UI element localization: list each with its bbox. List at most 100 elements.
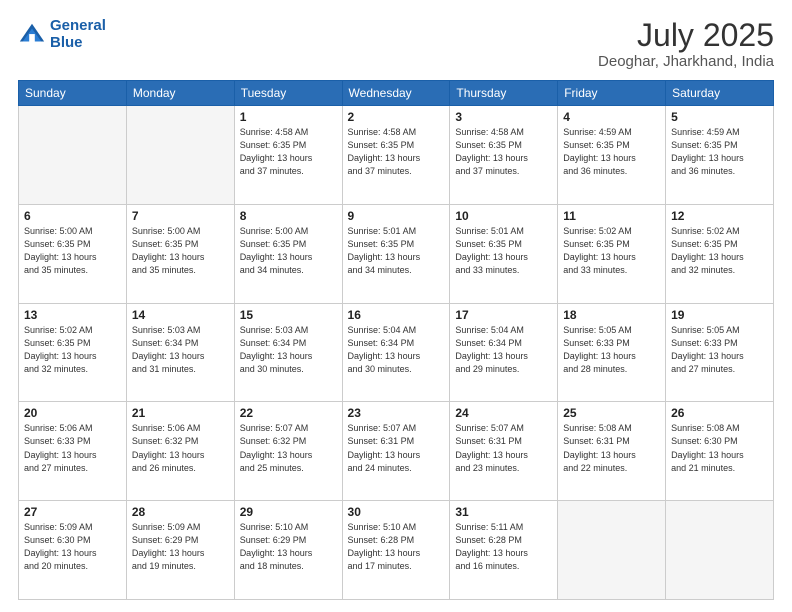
calendar-cell: 7Sunrise: 5:00 AM Sunset: 6:35 PM Daylig… [126,204,234,303]
calendar-cell: 17 Sunrise: 5:04 AM Sunset: 6:34 PM Dayli… [450,303,558,402]
header: General Blue July 2025 Deoghar, Jharkhan… [18,18,774,70]
calendar-cell: 22Sunrise: 5:07 AM Sunset: 6:32 PM Dayli… [234,402,342,501]
day-number: 27 [24,505,121,519]
col-monday: Monday [126,81,234,106]
day-number: 23 [348,406,445,420]
day-info: Sunrise: 5:04 AM Sunset: 6:34 PM Dayligh… [455,324,552,376]
day-info: Sunrise: 5:10 AM Sunset: 6:28 PM Dayligh… [348,521,445,573]
week-row-5: 27 Sunrise: 5:09 AM Sunset: 6:30 PM Dayli… [19,501,774,600]
calendar-cell: 1 Sunrise: 4:58 AM Sunset: 6:35 PM Daylig… [234,106,342,205]
calendar-cell: 21Sunrise: 5:06 AM Sunset: 6:32 PM Dayli… [126,402,234,501]
day-number: 30 [348,505,445,519]
calendar-cell: 16 Sunrise: 5:04 AM Sunset: 6:34 PM Dayli… [342,303,450,402]
calendar-cell: 11Sunrise: 5:02 AM Sunset: 6:35 PM Dayli… [558,204,666,303]
calendar-cell: 24 Sunrise: 5:07 AM Sunset: 6:31 PM Dayli… [450,402,558,501]
day-info: Sunrise: 5:02 AM Sunset: 6:35 PM Dayligh… [671,225,768,277]
week-row-1: 1 Sunrise: 4:58 AM Sunset: 6:35 PM Daylig… [19,106,774,205]
calendar: Sunday Monday Tuesday Wednesday Thursday… [18,80,774,600]
col-tuesday: Tuesday [234,81,342,106]
day-number: 6 [24,209,121,223]
logo-line1: General [50,17,106,34]
calendar-cell [126,106,234,205]
logo: General Blue [18,18,106,51]
calendar-cell: 4Sunrise: 4:59 AM Sunset: 6:35 PM Daylig… [558,106,666,205]
calendar-cell: 26Sunrise: 5:08 AM Sunset: 6:30 PM Dayli… [666,402,774,501]
day-info: Sunrise: 5:01 AM Sunset: 6:35 PM Dayligh… [348,225,445,277]
calendar-cell: 15 Sunrise: 5:03 AM Sunset: 6:34 PM Dayli… [234,303,342,402]
day-info: Sunrise: 5:00 AM Sunset: 6:35 PM Dayligh… [24,225,121,277]
calendar-cell: 20 Sunrise: 5:06 AM Sunset: 6:33 PM Dayli… [19,402,127,501]
day-number: 31 [455,505,552,519]
calendar-cell: 14Sunrise: 5:03 AM Sunset: 6:34 PM Dayli… [126,303,234,402]
day-number: 24 [455,406,552,420]
day-info: Sunrise: 5:04 AM Sunset: 6:34 PM Dayligh… [348,324,445,376]
day-info: Sunrise: 4:59 AM Sunset: 6:35 PM Dayligh… [671,126,768,178]
day-number: 9 [348,209,445,223]
calendar-cell: 27 Sunrise: 5:09 AM Sunset: 6:30 PM Dayli… [19,501,127,600]
day-number: 2 [348,110,445,124]
calendar-cell: 19 Sunrise: 5:05 AM Sunset: 6:33 PM Dayli… [666,303,774,402]
day-number: 10 [455,209,552,223]
calendar-cell: 10Sunrise: 5:01 AM Sunset: 6:35 PM Dayli… [450,204,558,303]
day-info: Sunrise: 5:07 AM Sunset: 6:31 PM Dayligh… [455,422,552,474]
col-friday: Friday [558,81,666,106]
calendar-cell: 29 Sunrise: 5:10 AM Sunset: 6:29 PM Dayli… [234,501,342,600]
day-info: Sunrise: 5:03 AM Sunset: 6:34 PM Dayligh… [240,324,337,376]
day-number: 15 [240,308,337,322]
calendar-cell: 12 Sunrise: 5:02 AM Sunset: 6:35 PM Dayli… [666,204,774,303]
calendar-cell: 9 Sunrise: 5:01 AM Sunset: 6:35 PM Daylig… [342,204,450,303]
subtitle: Deoghar, Jharkhand, India [598,53,774,70]
main-title: July 2025 [598,18,774,53]
col-thursday: Thursday [450,81,558,106]
col-sunday: Sunday [19,81,127,106]
day-info: Sunrise: 5:09 AM Sunset: 6:30 PM Dayligh… [24,521,121,573]
day-number: 14 [132,308,229,322]
day-number: 20 [24,406,121,420]
day-number: 7 [132,209,229,223]
calendar-cell: 8Sunrise: 5:00 AM Sunset: 6:35 PM Daylig… [234,204,342,303]
day-info: Sunrise: 5:11 AM Sunset: 6:28 PM Dayligh… [455,521,552,573]
day-info: Sunrise: 5:06 AM Sunset: 6:32 PM Dayligh… [132,422,229,474]
calendar-cell: 13 Sunrise: 5:02 AM Sunset: 6:35 PM Dayli… [19,303,127,402]
week-row-3: 13 Sunrise: 5:02 AM Sunset: 6:35 PM Dayli… [19,303,774,402]
day-number: 1 [240,110,337,124]
day-number: 8 [240,209,337,223]
calendar-cell: 3Sunrise: 4:58 AM Sunset: 6:35 PM Daylig… [450,106,558,205]
day-number: 11 [563,209,660,223]
day-info: Sunrise: 5:06 AM Sunset: 6:33 PM Dayligh… [24,422,121,474]
week-row-2: 6 Sunrise: 5:00 AM Sunset: 6:35 PM Daylig… [19,204,774,303]
col-wednesday: Wednesday [342,81,450,106]
day-number: 5 [671,110,768,124]
logo-line2: Blue [50,34,83,51]
day-info: Sunrise: 5:02 AM Sunset: 6:35 PM Dayligh… [24,324,121,376]
calendar-cell: 28Sunrise: 5:09 AM Sunset: 6:29 PM Dayli… [126,501,234,600]
day-info: Sunrise: 5:08 AM Sunset: 6:30 PM Dayligh… [671,422,768,474]
logo-text: General Blue [50,18,106,51]
day-number: 29 [240,505,337,519]
calendar-header-row: Sunday Monday Tuesday Wednesday Thursday… [19,81,774,106]
day-info: Sunrise: 4:58 AM Sunset: 6:35 PM Dayligh… [348,126,445,178]
day-info: Sunrise: 5:07 AM Sunset: 6:32 PM Dayligh… [240,422,337,474]
day-info: Sunrise: 5:08 AM Sunset: 6:31 PM Dayligh… [563,422,660,474]
day-number: 12 [671,209,768,223]
day-info: Sunrise: 5:07 AM Sunset: 6:31 PM Dayligh… [348,422,445,474]
day-number: 17 [455,308,552,322]
col-saturday: Saturday [666,81,774,106]
calendar-cell: 31 Sunrise: 5:11 AM Sunset: 6:28 PM Dayli… [450,501,558,600]
day-info: Sunrise: 5:05 AM Sunset: 6:33 PM Dayligh… [671,324,768,376]
logo-icon [18,21,46,49]
calendar-cell: 2 Sunrise: 4:58 AM Sunset: 6:35 PM Daylig… [342,106,450,205]
day-number: 16 [348,308,445,322]
day-number: 18 [563,308,660,322]
day-info: Sunrise: 4:59 AM Sunset: 6:35 PM Dayligh… [563,126,660,178]
day-number: 13 [24,308,121,322]
week-row-4: 20 Sunrise: 5:06 AM Sunset: 6:33 PM Dayli… [19,402,774,501]
day-number: 19 [671,308,768,322]
calendar-cell: 30 Sunrise: 5:10 AM Sunset: 6:28 PM Dayli… [342,501,450,600]
day-info: Sunrise: 5:10 AM Sunset: 6:29 PM Dayligh… [240,521,337,573]
calendar-cell: 25 Sunrise: 5:08 AM Sunset: 6:31 PM Dayli… [558,402,666,501]
calendar-cell [666,501,774,600]
day-info: Sunrise: 4:58 AM Sunset: 6:35 PM Dayligh… [240,126,337,178]
day-number: 25 [563,406,660,420]
calendar-cell: 5 Sunrise: 4:59 AM Sunset: 6:35 PM Daylig… [666,106,774,205]
